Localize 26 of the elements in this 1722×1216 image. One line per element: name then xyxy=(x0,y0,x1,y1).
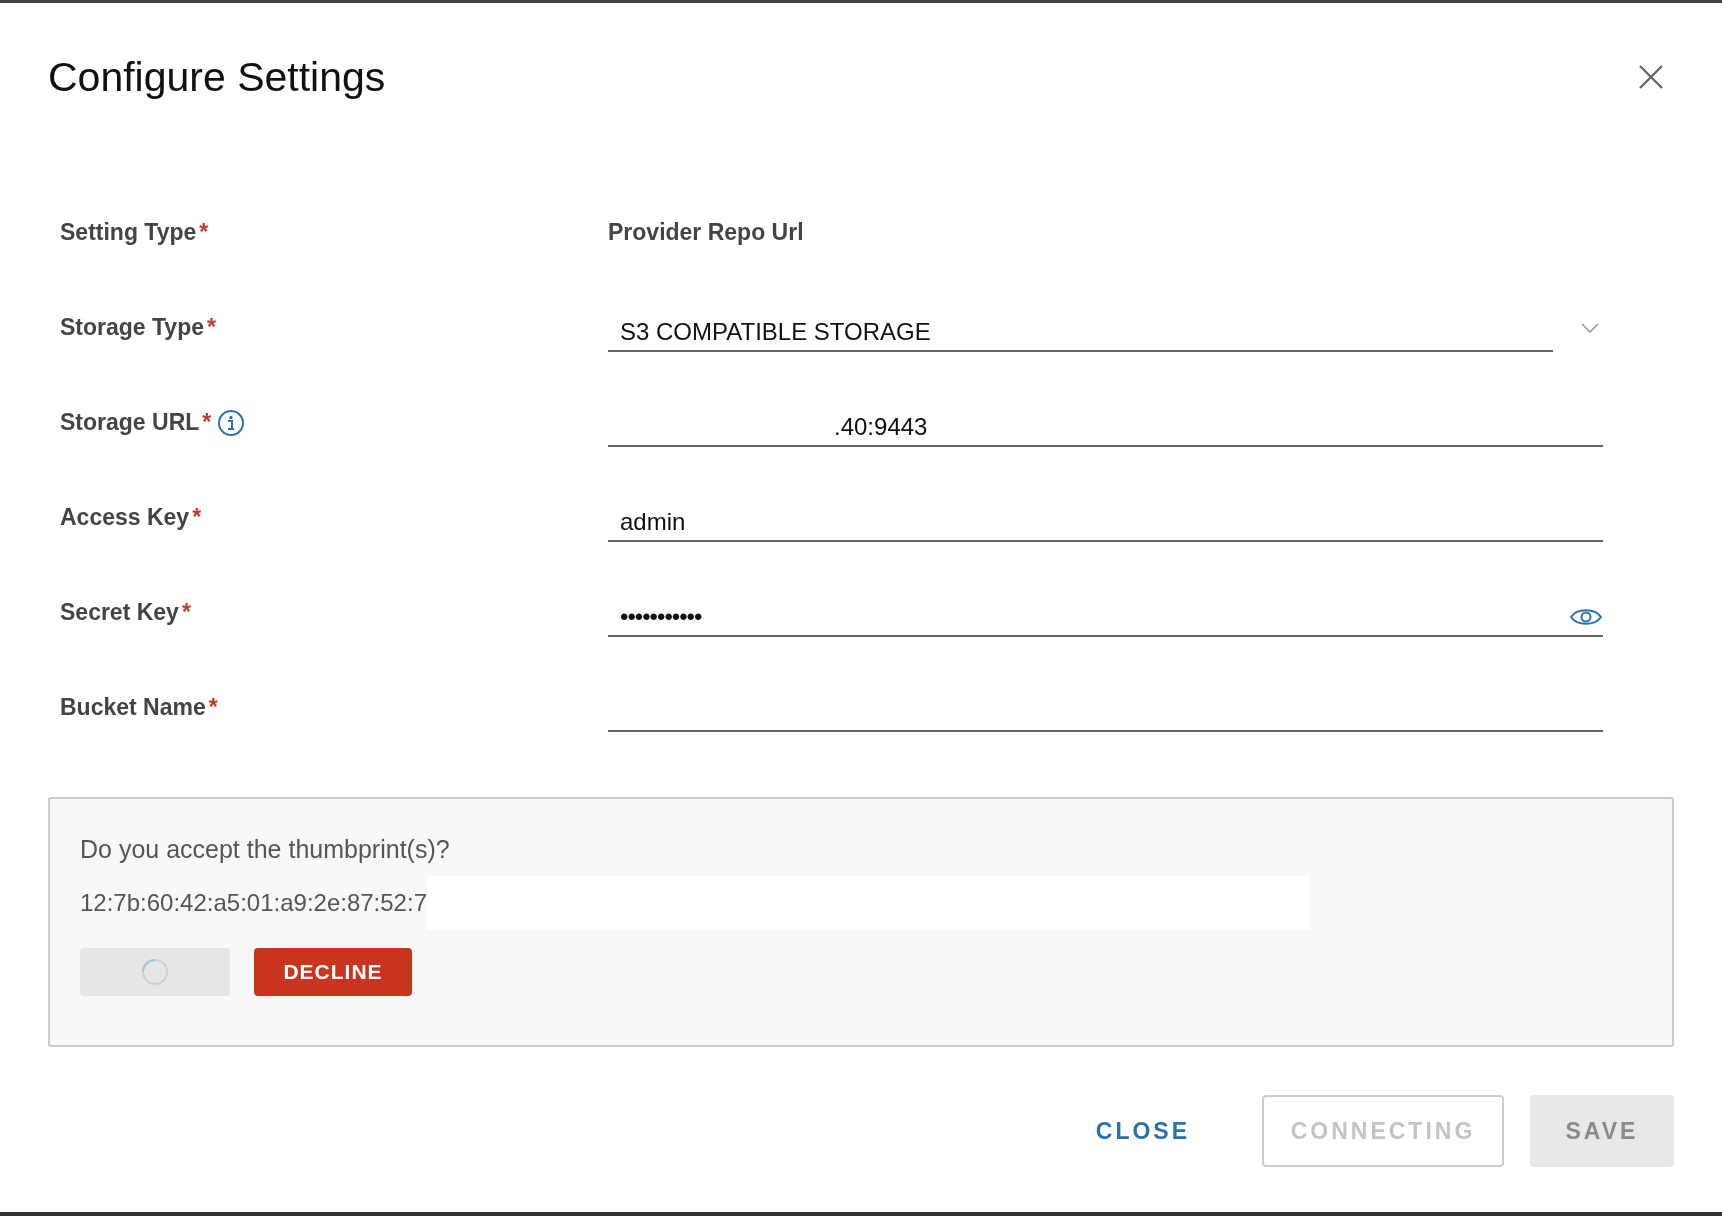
required-mark: * xyxy=(199,219,209,246)
field-label: Secret Key xyxy=(60,599,179,626)
thumbprint-question: Do you accept the thumbprint(s)? xyxy=(80,835,451,864)
password-field[interactable]: ••••••••••• xyxy=(608,588,1603,637)
input-field[interactable]: admin xyxy=(608,493,1603,542)
decline-button[interactable]: DECLINE xyxy=(254,948,412,996)
field-label: Bucket Name xyxy=(60,694,206,721)
field-label: Storage URL xyxy=(60,409,200,436)
field-label: Setting Type xyxy=(60,219,197,246)
dialog-title: Configure Settings xyxy=(48,53,386,101)
thumbprint-value: 12:7b:60:42:a5:01:a9:2e:87:52:7 xyxy=(80,889,427,917)
required-mark: * xyxy=(207,314,216,341)
required-mark: * xyxy=(208,694,218,721)
field-label: Storage Type xyxy=(60,314,204,341)
close-icon[interactable] xyxy=(1638,64,1664,90)
storage-type-select[interactable]: S3 COMPATIBLE STORAGE xyxy=(608,303,1553,352)
spinner-icon xyxy=(141,958,169,986)
required-mark: * xyxy=(202,409,212,436)
required-mark: * xyxy=(192,504,202,531)
info-icon[interactable] xyxy=(217,408,246,437)
chevron-down-icon[interactable] xyxy=(1581,322,1599,333)
setting-value: Provider Repo Url xyxy=(608,219,804,246)
field-label: Access Key xyxy=(60,504,190,531)
required-mark: * xyxy=(181,599,191,626)
input-field[interactable]: .40:9443 xyxy=(608,398,1603,447)
close-link[interactable]: CLOSE xyxy=(1071,1095,1214,1167)
